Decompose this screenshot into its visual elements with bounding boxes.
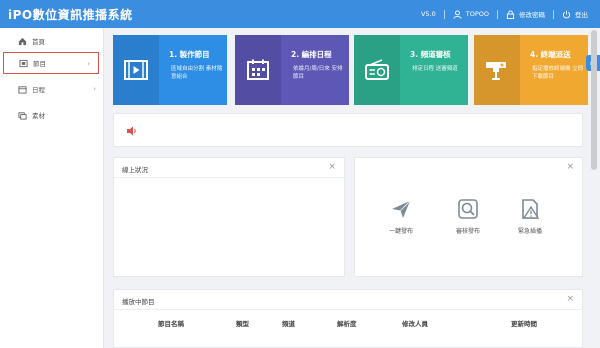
top-bar: iPO數位資訊推播系統 V5.0 TOPOO 修改密碼 登出 bbox=[0, 0, 600, 28]
sidebar-item-program[interactable]: 節目 › bbox=[3, 52, 99, 74]
logout-link[interactable]: 登出 bbox=[575, 9, 588, 19]
announcement-bar bbox=[113, 113, 583, 147]
chevron-right-icon: › bbox=[93, 85, 96, 93]
column-header[interactable]: 更新時間 bbox=[511, 318, 537, 328]
review-publish-button[interactable]: 審核發布 bbox=[443, 198, 493, 235]
divider bbox=[497, 9, 498, 19]
card-title: 1. 製作節目 bbox=[169, 50, 210, 59]
card-icon-area bbox=[235, 35, 281, 105]
action-label: 審核發布 bbox=[455, 228, 480, 235]
close-icon[interactable]: × bbox=[566, 162, 574, 172]
sidebar-item-label: 首頁 bbox=[32, 38, 45, 46]
speaker-icon bbox=[127, 126, 136, 136]
close-icon[interactable]: × bbox=[328, 162, 336, 172]
username[interactable]: TOPOO bbox=[466, 10, 489, 18]
projector-icon bbox=[486, 62, 506, 80]
one-click-publish-button[interactable]: 一鍵發布 bbox=[376, 198, 426, 235]
sidebar-item-schedule[interactable]: 日程 › bbox=[0, 78, 104, 100]
divider bbox=[443, 9, 445, 19]
sidebar-item-label: 素材 bbox=[32, 112, 45, 120]
radio-icon bbox=[365, 59, 389, 80]
card-create-program[interactable]: 1. 製作節目 區域自由分割 素材隨意組合 bbox=[113, 35, 227, 105]
program-icon bbox=[19, 59, 28, 67]
panel-title: 線上狀況 bbox=[122, 166, 148, 174]
card-title: 2. 編排日程 bbox=[291, 50, 332, 59]
calendar-icon bbox=[18, 85, 27, 94]
column-header[interactable]: 節目名稱 bbox=[158, 318, 184, 328]
card-title: 4. 終端派送 bbox=[530, 50, 571, 59]
app-title: iPO數位資訊推播系統 bbox=[8, 8, 133, 22]
card-terminal-delivery[interactable]: 4. 終端派送 指定播放終端機 立即下載節目 bbox=[474, 35, 588, 105]
home-icon bbox=[18, 37, 27, 45]
card-title: 3. 頻道審核 bbox=[410, 50, 451, 59]
lock-icon bbox=[506, 9, 515, 19]
sidebar: 首頁 節目 › 日程 › 素材 bbox=[0, 28, 104, 348]
review-icon bbox=[458, 199, 478, 219]
power-icon bbox=[562, 10, 571, 18]
top-right-menu: V5.0 TOPOO 修改密碼 登出 bbox=[421, 9, 588, 19]
panel-title: 播放中節目 bbox=[122, 298, 155, 306]
card-desc: 依據月/周/日來 安排節目 bbox=[293, 66, 343, 80]
card-desc: 區域自由分割 素材隨意組合 bbox=[171, 66, 223, 80]
column-header[interactable]: 類型 bbox=[236, 318, 249, 328]
divider bbox=[114, 309, 582, 310]
material-icon bbox=[18, 111, 27, 120]
close-icon[interactable]: × bbox=[566, 294, 574, 304]
sidebar-item-home[interactable]: 首頁 bbox=[0, 30, 104, 52]
divider bbox=[553, 9, 554, 19]
card-desc: 排定日程 送審頻道 bbox=[412, 66, 458, 72]
user-icon bbox=[453, 9, 462, 19]
column-header[interactable]: 修改人員 bbox=[402, 318, 428, 328]
change-password-link[interactable]: 修改密碼 bbox=[519, 9, 545, 19]
card-icon-area bbox=[113, 35, 159, 105]
sidebar-item-label: 日程 bbox=[32, 86, 45, 94]
action-label: 緊急插播 bbox=[517, 228, 542, 235]
divider bbox=[114, 177, 344, 178]
emergency-icon bbox=[522, 199, 540, 219]
action-label: 一鍵發布 bbox=[388, 228, 413, 235]
card-channel-review[interactable]: 3. 頻道審核 排定日程 送審頻道 bbox=[354, 35, 468, 105]
sidebar-item-material[interactable]: 素材 bbox=[0, 104, 104, 126]
scrollbar[interactable] bbox=[591, 30, 597, 170]
version-label: V5.0 bbox=[420, 10, 436, 18]
chevron-right-icon: › bbox=[87, 60, 90, 68]
sidebar-item-label: 節目 bbox=[33, 60, 46, 68]
column-header[interactable]: 頻道 bbox=[282, 318, 295, 328]
card-schedule[interactable]: 2. 編排日程 依據月/周/日來 安排節目 bbox=[235, 35, 349, 105]
paper-plane-icon bbox=[392, 200, 411, 218]
card-desc: 指定播放終端機 立即下載節目 bbox=[532, 66, 584, 80]
schedule-icon bbox=[247, 59, 269, 80]
card-icon-area bbox=[354, 35, 400, 105]
online-status-panel: 線上狀況 × bbox=[113, 157, 345, 277]
card-icon-area bbox=[474, 35, 520, 105]
video-icon bbox=[124, 60, 148, 80]
emergency-broadcast-button[interactable]: 緊急插播 bbox=[505, 198, 555, 235]
column-header[interactable]: 解析度 bbox=[337, 318, 357, 328]
